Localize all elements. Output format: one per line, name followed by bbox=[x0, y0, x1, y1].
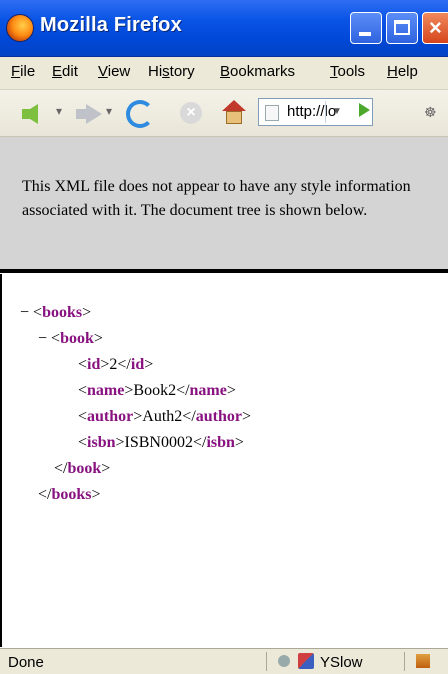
xml-info-message: This XML file does not appear to have an… bbox=[22, 178, 411, 219]
status-divider bbox=[266, 652, 267, 671]
yslow-icon[interactable] bbox=[298, 653, 314, 669]
xml-field-isbn: <isbn>ISBN0002</isbn> bbox=[78, 434, 244, 451]
menu-file[interactable]: File bbox=[11, 63, 35, 80]
collapse-toggle-icon[interactable]: − bbox=[20, 304, 29, 321]
forward-history-dropdown-icon[interactable]: ▾ bbox=[106, 104, 112, 118]
menu-edit[interactable]: Edit bbox=[52, 63, 78, 80]
reload-icon[interactable] bbox=[126, 100, 154, 128]
addon-status-icon[interactable] bbox=[416, 654, 430, 668]
xml-books-open-line: − <books> bbox=[20, 304, 92, 321]
status-text: Done bbox=[8, 654, 44, 671]
xml-field-author: <author>Auth2</author> bbox=[78, 408, 252, 425]
menu-history[interactable]: History bbox=[148, 63, 195, 80]
xml-document-tree: − <books> − <book> <id>2</id> <name>Book… bbox=[0, 274, 448, 647]
collapse-toggle-icon[interactable]: − bbox=[38, 330, 47, 347]
stop-icon[interactable]: × bbox=[180, 102, 202, 124]
close-button[interactable]: × bbox=[422, 12, 448, 44]
back-history-dropdown-icon[interactable]: ▾ bbox=[56, 104, 62, 118]
window-title: Mozilla Firefox bbox=[40, 14, 182, 36]
menu-tools[interactable]: Tools bbox=[330, 63, 365, 80]
xml-info-banner: This XML file does not appear to have an… bbox=[0, 137, 448, 273]
menu-bookmarks[interactable]: Bookmarks bbox=[220, 63, 295, 80]
xml-field-name: <name>Book2</name> bbox=[78, 382, 236, 399]
xml-field-id: <id>2</id> bbox=[78, 356, 154, 373]
back-icon[interactable] bbox=[22, 104, 38, 124]
menu-help[interactable]: Help bbox=[387, 63, 418, 80]
firefox-logo-icon bbox=[6, 14, 34, 42]
url-dropdown-icon[interactable]: ▼ bbox=[325, 101, 348, 123]
yslow-label[interactable]: YSlow bbox=[320, 654, 363, 671]
toolbar-extension-icon[interactable]: ☸ bbox=[424, 104, 442, 120]
xml-book-close-line: </book> bbox=[54, 460, 111, 477]
menu-view[interactable]: View bbox=[98, 63, 130, 80]
home-icon[interactable] bbox=[222, 100, 246, 124]
maximize-button[interactable] bbox=[386, 12, 418, 44]
forward-icon[interactable] bbox=[76, 104, 102, 124]
security-status-icon[interactable] bbox=[278, 655, 290, 667]
go-icon[interactable] bbox=[359, 103, 370, 117]
minimize-icon bbox=[359, 32, 371, 36]
url-bar[interactable]: http://lo ▼ bbox=[258, 98, 373, 126]
minimize-button[interactable] bbox=[350, 12, 382, 44]
menu-bar: File Edit View History Bookmarks Tools H… bbox=[0, 57, 448, 90]
xml-book-open-line: − <book> bbox=[38, 330, 103, 347]
status-divider bbox=[404, 652, 405, 671]
page-icon bbox=[265, 105, 279, 121]
maximize-icon bbox=[394, 20, 410, 35]
status-bar: Done YSlow bbox=[0, 648, 448, 674]
xml-books-close-line: </books> bbox=[38, 486, 101, 503]
navigation-toolbar: ▾ ▾ × http://lo ▼ ☸ bbox=[0, 90, 448, 137]
close-icon: × bbox=[429, 15, 442, 40]
window-titlebar[interactable]: Mozilla Firefox × bbox=[0, 0, 448, 57]
